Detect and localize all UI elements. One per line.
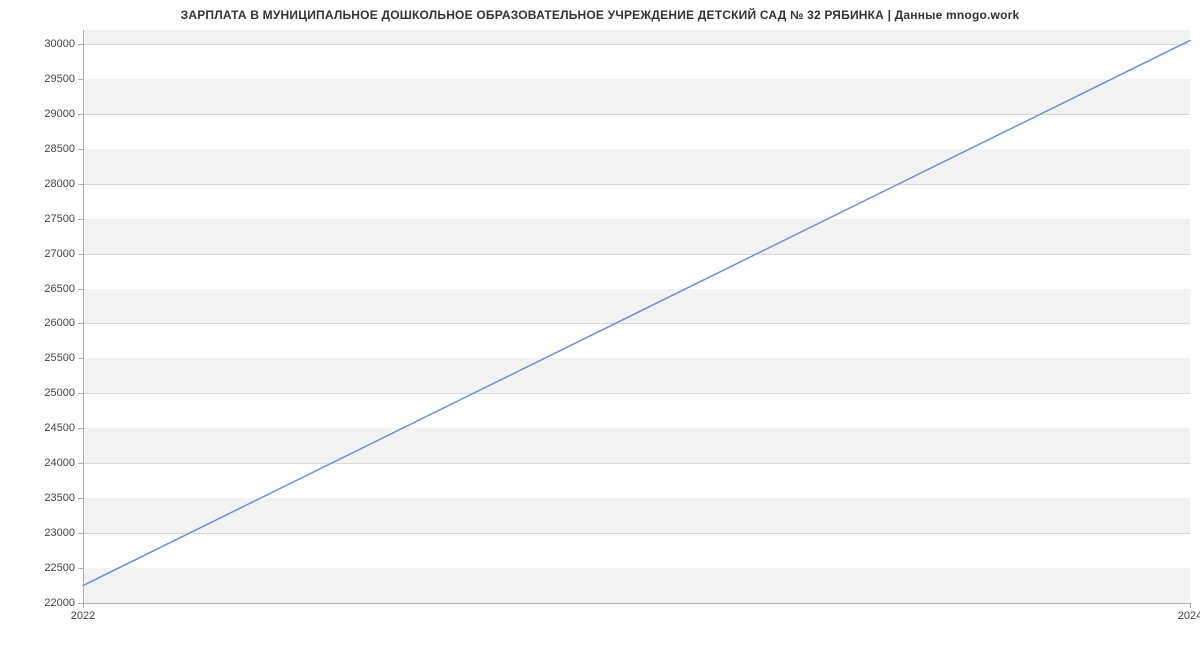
- y-tick-label: 28500: [0, 143, 75, 155]
- y-tick-label: 24500: [0, 422, 75, 434]
- line-series: [83, 30, 1190, 603]
- y-tick-label: 28000: [0, 178, 75, 190]
- y-tick-label: 29000: [0, 108, 75, 120]
- x-tick-label-2024: 2024: [1178, 610, 1200, 622]
- chart-title: ЗАРПЛАТА В МУНИЦИПАЛЬНОЕ ДОШКОЛЬНОЕ ОБРА…: [0, 8, 1200, 22]
- y-tick-label: 22000: [0, 597, 75, 609]
- salary-line: [83, 40, 1190, 585]
- y-tick-label: 23500: [0, 492, 75, 504]
- y-tick-label: 26500: [0, 283, 75, 295]
- y-tick-label: 25500: [0, 352, 75, 364]
- x-tick-label-2022: 2022: [71, 610, 95, 622]
- x-tick-2022: [83, 603, 84, 608]
- salary-line-chart: ЗАРПЛАТА В МУНИЦИПАЛЬНОЕ ДОШКОЛЬНОЕ ОБРА…: [0, 0, 1200, 650]
- y-tick-label: 27500: [0, 213, 75, 225]
- plot-area: [83, 30, 1190, 603]
- y-axis-line: [83, 30, 84, 603]
- x-axis-line: [83, 603, 1190, 604]
- y-tick-label: 27000: [0, 248, 75, 260]
- y-tick-label: 22500: [0, 562, 75, 574]
- y-tick-label: 30000: [0, 38, 75, 50]
- y-tick-label: 24000: [0, 457, 75, 469]
- y-tick-label: 29500: [0, 73, 75, 85]
- y-tick-label: 23000: [0, 527, 75, 539]
- x-tick-2024: [1190, 603, 1191, 608]
- y-tick-label: 26000: [0, 317, 75, 329]
- y-tick-label: 25000: [0, 387, 75, 399]
